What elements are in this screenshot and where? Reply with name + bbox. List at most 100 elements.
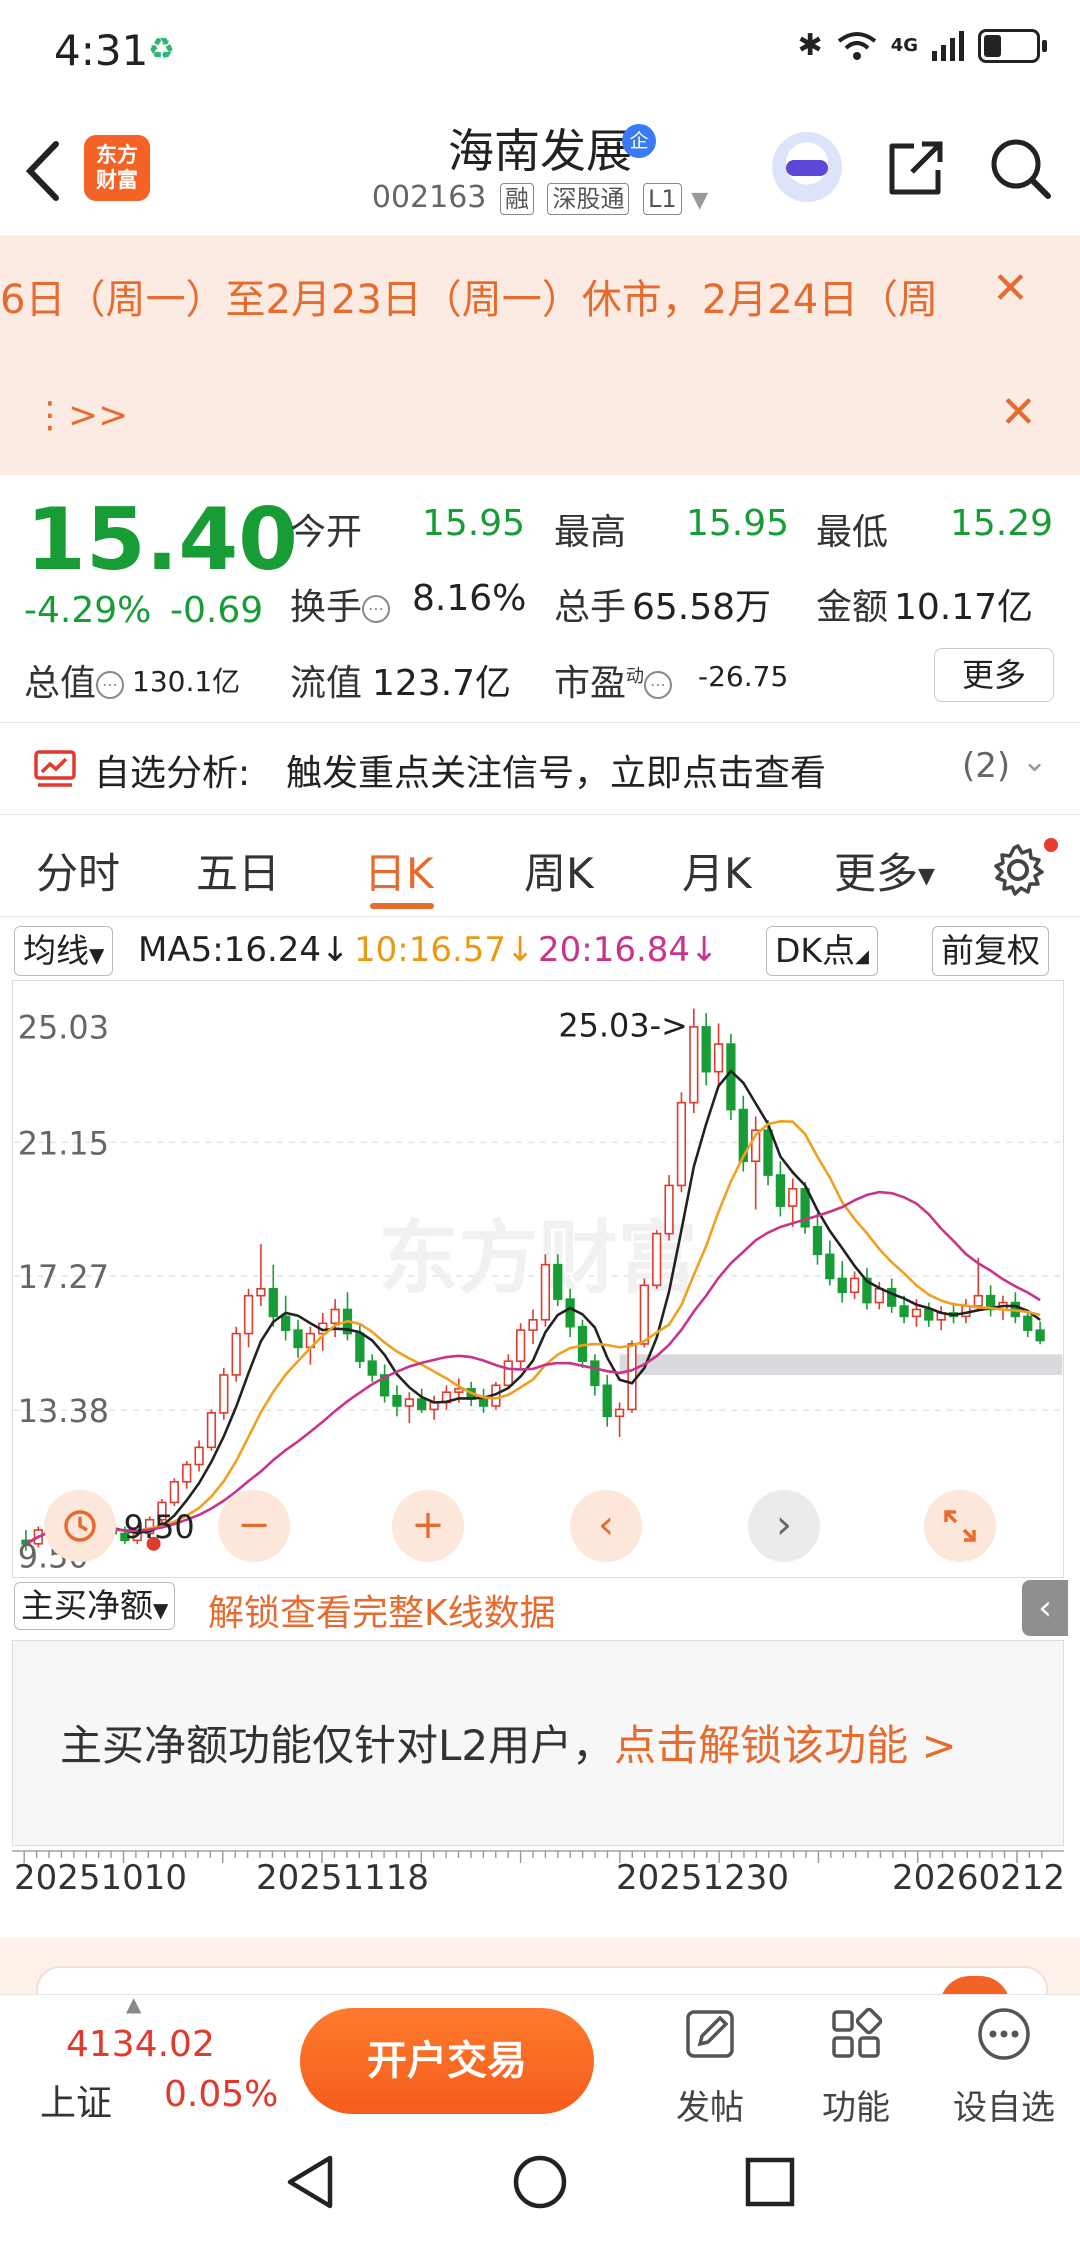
- change-amount: -0.69: [170, 590, 264, 631]
- change-percent: -4.29%: [24, 590, 152, 631]
- candle-body: [1023, 1315, 1033, 1331]
- nav-home-icon[interactable]: [510, 2152, 570, 2212]
- tab-five-day[interactable]: 五日: [196, 840, 280, 901]
- date-label: 20260212: [892, 1858, 1066, 1898]
- candle-body: [478, 1398, 489, 1407]
- close-icon[interactable]: ✕: [992, 263, 1029, 314]
- candle-body: [367, 1360, 377, 1376]
- candle-body: [652, 1232, 662, 1287]
- close-icon[interactable]: ✕: [1000, 387, 1037, 438]
- history-button[interactable]: [44, 1490, 116, 1562]
- info-icon[interactable]: ⋯: [644, 671, 673, 699]
- candle-body: [231, 1332, 241, 1376]
- info-icon[interactable]: ⋯: [362, 595, 391, 623]
- active-tab-indicator: [370, 903, 434, 909]
- enterprise-badge: 企: [622, 124, 656, 158]
- scroll-right-button[interactable]: ›: [748, 1490, 820, 1562]
- scroll-left-button[interactable]: ‹: [570, 1490, 642, 1562]
- candle-body: [973, 1294, 983, 1307]
- info-icon[interactable]: ⋯: [96, 671, 125, 699]
- candle-body: [268, 1288, 278, 1318]
- candle-body: [528, 1319, 538, 1331]
- candle-body: [874, 1288, 884, 1304]
- candle-body: [763, 1129, 773, 1176]
- dk-point-button[interactable]: DK点◢: [766, 926, 878, 976]
- add-watchlist-button[interactable]: 设自选: [944, 2004, 1064, 2129]
- open-label: 今开: [290, 512, 363, 553]
- candle-body: [206, 1412, 217, 1449]
- more-circle-icon: [978, 2008, 1030, 2060]
- zoom-out-button[interactable]: −: [218, 1490, 290, 1562]
- candle-body: [293, 1329, 303, 1349]
- ma5-value: MA5:16.24↓: [138, 930, 350, 970]
- notice-text[interactable]: 6日（周一）至2月23日（周一）休市，2月24日（周: [0, 267, 980, 325]
- min-price-marker: 9.50: [124, 1508, 195, 1546]
- max-price-marker: 25.03->: [558, 1007, 687, 1045]
- more-button[interactable]: 更多: [934, 648, 1054, 702]
- candle-body: [825, 1253, 835, 1280]
- ma-select[interactable]: 均线▼: [14, 926, 114, 976]
- candle-body: [639, 1284, 649, 1345]
- dropdown-icon: ▼: [918, 864, 935, 889]
- candle-body: [219, 1374, 229, 1414]
- post-button[interactable]: 发帖: [650, 2004, 770, 2129]
- candle-body: [627, 1343, 637, 1411]
- candle-body: [788, 1188, 798, 1207]
- zoom-in-button[interactable]: +: [392, 1490, 464, 1562]
- index-change[interactable]: 0.05%: [164, 2074, 278, 2115]
- amount-value: 10.17亿: [894, 587, 1034, 628]
- index-value[interactable]: 4134.02: [66, 2024, 215, 2065]
- candle-body: [849, 1277, 860, 1294]
- y-axis-label: 25.03: [18, 1009, 109, 1047]
- level-tag: L1: [643, 183, 682, 215]
- unlock-feature-link[interactable]: 点击解锁该功能 >: [614, 1721, 957, 1770]
- open-account-button[interactable]: 开户交易: [300, 2008, 594, 2114]
- tab-daily-k[interactable]: 日K: [364, 840, 434, 901]
- low-value: 15.29: [950, 503, 1054, 544]
- sub-indicator-select[interactable]: 主买净额▼: [14, 1582, 176, 1630]
- unlock-kline-link[interactable]: 解锁查看完整K线数据: [208, 1584, 556, 1636]
- nav-recents-icon[interactable]: [742, 2154, 798, 2210]
- tab-monthly-k[interactable]: 月K: [682, 840, 752, 901]
- dropdown-icon: ▼: [691, 188, 709, 213]
- notice-expand[interactable]: ⋮>>: [32, 395, 128, 436]
- fullscreen-button[interactable]: [924, 1490, 996, 1562]
- watermark: 东方财富: [379, 1211, 698, 1304]
- tab-more[interactable]: 更多▼: [834, 840, 935, 901]
- candle-body: [726, 1043, 736, 1111]
- candle-body: [417, 1398, 427, 1411]
- functions-button[interactable]: 功能: [796, 2004, 916, 2129]
- candle-body: [911, 1308, 922, 1318]
- adjust-button[interactable]: 前复权: [932, 926, 1049, 976]
- date-label: 20251010: [14, 1858, 188, 1898]
- system-nav-bar: [0, 2124, 1080, 2244]
- search-icon[interactable]: [988, 136, 1052, 200]
- volume-label: 总手: [554, 587, 627, 628]
- float-cap-label: 流值: [290, 663, 363, 704]
- share-icon[interactable]: [884, 136, 948, 200]
- pe-label: 市盈动 ⋯: [554, 654, 673, 706]
- candle-body: [701, 1026, 711, 1073]
- candle-body: [355, 1332, 365, 1362]
- tab-weekly-k[interactable]: 周K: [524, 840, 594, 901]
- watchlist-analysis[interactable]: 自选分析: 触发重点关注信号，立即点击查看 (2) ⌄: [0, 730, 1080, 810]
- candle-body: [837, 1277, 847, 1294]
- index-name[interactable]: 上证: [40, 2074, 112, 2126]
- last-price: 15.40: [26, 490, 299, 590]
- high-label: 最高: [554, 512, 627, 553]
- network-type: 4G: [890, 35, 918, 56]
- k-line-chart[interactable]: 东方财富25.0321.1517.2713.389.5025.03->9.50: [12, 980, 1064, 1578]
- candle-body: [243, 1294, 254, 1335]
- tab-intraday[interactable]: 分时: [36, 840, 120, 901]
- expand-up-icon[interactable]: ▲: [126, 1992, 141, 2016]
- nav-back-icon[interactable]: [282, 2152, 338, 2212]
- gear-icon[interactable]: [990, 842, 1046, 898]
- connect-tag: 深股通: [547, 183, 630, 215]
- stock-code: 002163: [371, 180, 487, 215]
- clock: 4:31: [54, 26, 149, 75]
- candle-body: [454, 1387, 464, 1393]
- pe-value: -26.75: [698, 660, 789, 693]
- collapse-panel-button[interactable]: ‹: [1022, 1580, 1068, 1636]
- bluetooth-icon: ✱: [797, 28, 823, 63]
- assistant-avatar[interactable]: [772, 132, 842, 202]
